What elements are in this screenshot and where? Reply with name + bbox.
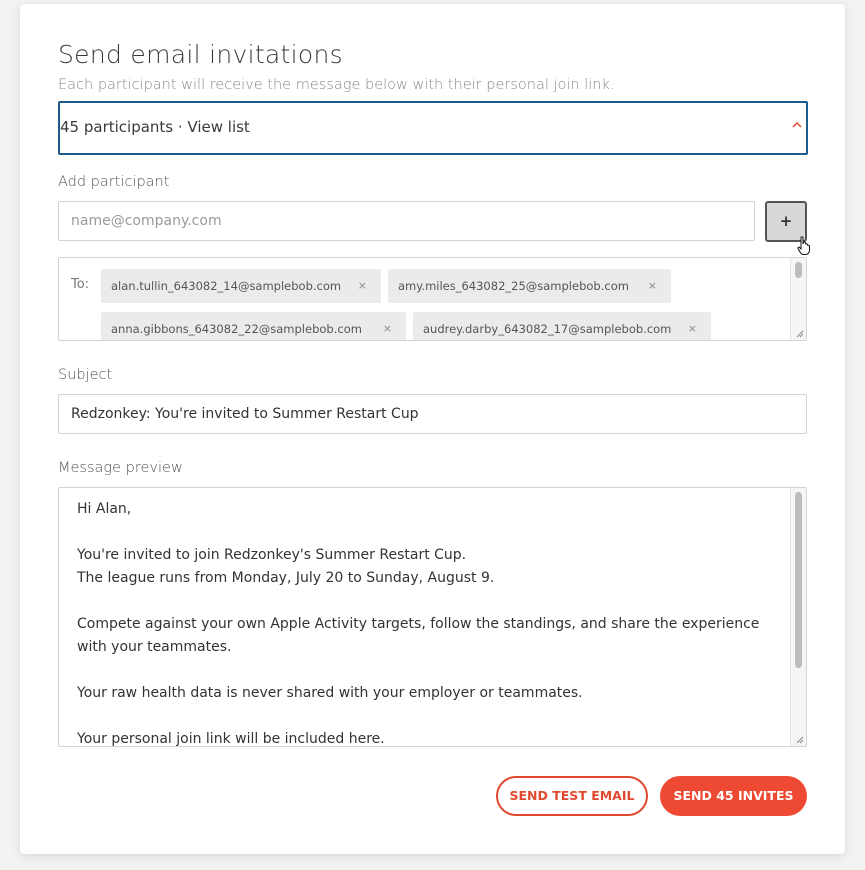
chevron-up-icon xyxy=(792,118,802,131)
dialog-subtitle: Each participant will receive the messag… xyxy=(58,77,615,93)
message-preview-label: Message preview xyxy=(58,460,183,476)
resize-handle-icon[interactable] xyxy=(794,734,804,744)
recipient-chip-email: audrey.darby_643082_17@samplebob.com xyxy=(423,322,672,336)
remove-recipient-icon[interactable]: × xyxy=(383,312,392,340)
message-line: Compete against your own Apple Activity … xyxy=(77,616,760,655)
recipient-chip: audrey.darby_643082_17@samplebob.com × xyxy=(413,312,711,340)
message-line: Hi Alan, xyxy=(77,501,132,517)
recipients-to-label: To: xyxy=(71,277,90,292)
resize-handle-icon[interactable] xyxy=(794,328,804,338)
remove-recipient-icon[interactable]: × xyxy=(648,269,657,303)
message-line: The league runs from Monday, July 20 to … xyxy=(77,570,495,586)
recipient-chip-email: amy.miles_643082_25@samplebob.com xyxy=(398,279,629,293)
add-participant-label: Add participant xyxy=(58,174,170,190)
recipient-chip: alan.tullin_643082_14@samplebob.com × xyxy=(101,269,381,303)
participants-select-value: 45 participants · View list xyxy=(60,118,250,136)
subject-input[interactable] xyxy=(58,394,807,434)
recipients-scrollbar-thumb[interactable] xyxy=(795,262,802,278)
subject-label: Subject xyxy=(58,367,113,383)
message-line: Your personal join link will be included… xyxy=(77,731,385,747)
recipient-chip-email: alan.tullin_643082_14@samplebob.com xyxy=(111,279,342,293)
send-invites-button[interactable]: SEND 45 INVITES xyxy=(660,776,807,816)
recipients-box[interactable]: To: alan.tullin_643082_14@samplebob.com … xyxy=(58,257,807,341)
message-scrollbar-thumb[interactable] xyxy=(795,492,802,668)
remove-recipient-icon[interactable]: × xyxy=(688,312,697,340)
participants-select[interactable]: 45 participants · View list xyxy=(58,101,808,155)
message-line: Your raw health data is never shared wit… xyxy=(77,685,583,701)
message-preview-box[interactable]: Hi Alan, You're invited to join Redzonke… xyxy=(58,487,807,747)
hand-pointer-cursor-icon xyxy=(797,236,810,255)
message-scrollbar[interactable] xyxy=(790,488,806,746)
recipient-chip: amy.miles_643082_25@samplebob.com × xyxy=(388,269,671,303)
remove-recipient-icon[interactable]: × xyxy=(358,269,367,303)
recipient-chip-email: anna.gibbons_643082_22@samplebob.com xyxy=(111,322,362,336)
send-invitations-card: Send email invitations Each participant … xyxy=(20,4,845,854)
dialog-title: Send email invitations xyxy=(58,40,343,69)
plus-icon: + xyxy=(779,212,793,230)
message-line: You're invited to join Redzonkey's Summe… xyxy=(77,547,467,563)
send-test-email-button[interactable]: SEND TEST EMAIL xyxy=(496,776,648,816)
recipient-chip: anna.gibbons_643082_22@samplebob.com × xyxy=(101,312,406,340)
message-preview-body: Hi Alan, You're invited to join Redzonke… xyxy=(77,498,791,747)
add-participant-email-input[interactable] xyxy=(58,201,755,241)
